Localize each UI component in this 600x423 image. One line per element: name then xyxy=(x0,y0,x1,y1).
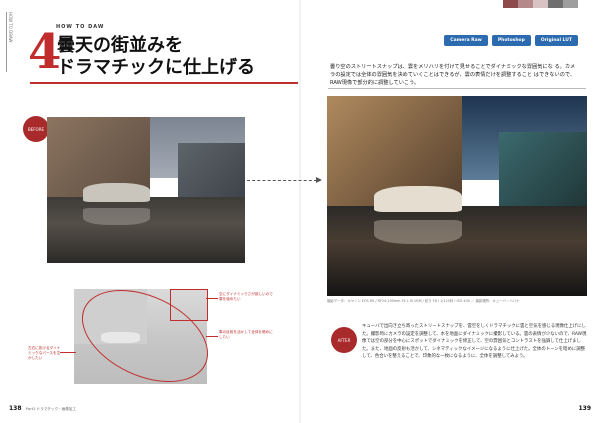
before-photo xyxy=(47,117,245,263)
intro-text: 曇り空のストリートスナップは、雲をメリハリを付けて見せることでダイナミックな雰囲… xyxy=(330,63,580,87)
swatch xyxy=(503,0,518,8)
page-gutter xyxy=(299,0,301,423)
after-photo xyxy=(327,96,587,296)
running-head: Part2 ドラマチック・画像加工 xyxy=(26,407,76,412)
swatch xyxy=(548,0,563,8)
title-divider xyxy=(30,82,298,84)
annotation-perspective: 左右に抜けるダイナミックなパースを生かしたい xyxy=(28,346,62,361)
tag-camera-raw: Camera Raw xyxy=(444,35,488,46)
title-line-1: 曇天の街並みを xyxy=(57,35,255,57)
after-badge: AFTER xyxy=(331,327,357,353)
before-after-arrow xyxy=(247,180,317,181)
magazine-spread: HOW TO DRAW 4 HOW TO DAW 曇天の街並みを ドラマチックに… xyxy=(0,0,600,423)
annotation-sky: 空にダイナミックさが欲しいので雲を強めたい xyxy=(219,292,275,302)
side-section-label: HOW TO DRAW xyxy=(6,12,15,72)
color-swatches xyxy=(503,0,578,8)
swatch xyxy=(518,0,533,8)
annotation-line xyxy=(60,352,76,353)
page-number-right: 139 xyxy=(578,405,591,412)
annotation-line xyxy=(206,336,218,337)
annotation-line xyxy=(206,298,218,299)
body-text: キューバで出向き立ち寄ったストリートスナップを、雲空をしくドラマチックに雲と空気… xyxy=(362,323,588,361)
before-badge: BEFORE xyxy=(23,116,49,142)
software-tags: Camera Raw Photoshop Original LUT xyxy=(444,35,578,46)
howto-label: HOW TO DAW xyxy=(56,24,104,30)
highlight-box xyxy=(170,289,208,321)
article-title: 曇天の街並みを ドラマチックに仕上げる xyxy=(57,35,255,79)
page-number-left: 138 xyxy=(9,405,22,412)
swatch xyxy=(533,0,548,8)
intro-divider xyxy=(328,88,586,89)
swatch xyxy=(563,0,578,8)
annotation-reflection: 車の反射を活かして全体を暗めにしたい xyxy=(219,330,275,340)
photo-caption: 撮影データ：キヤノン EOS R5 / RF24-105mm F4 L IS U… xyxy=(327,299,587,304)
title-line-2: ドラマチックに仕上げる xyxy=(57,57,255,79)
tag-original-lut: Original LUT xyxy=(535,35,578,46)
tag-photoshop: Photoshop xyxy=(492,35,531,46)
